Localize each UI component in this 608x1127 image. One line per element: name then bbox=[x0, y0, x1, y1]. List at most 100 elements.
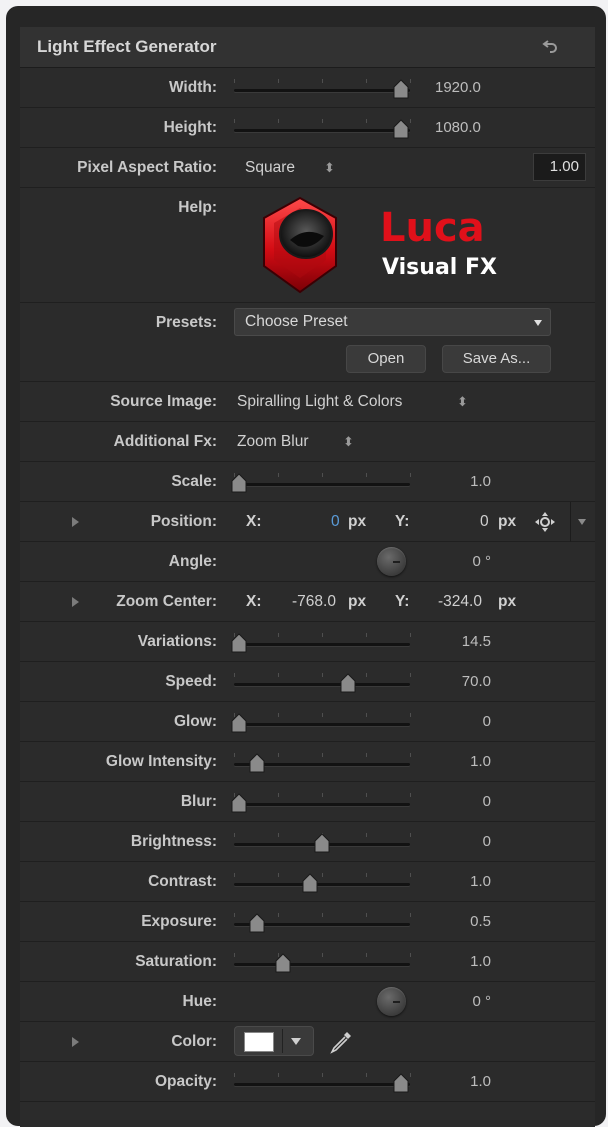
source-image-select[interactable]: Spiralling Light & Colors bbox=[237, 393, 402, 411]
glow-intensity-value[interactable]: 1.0 bbox=[470, 753, 491, 770]
exposure-slider[interactable] bbox=[234, 913, 411, 933]
slider-thumb[interactable] bbox=[392, 79, 410, 99]
disclosure-triangle-icon[interactable] bbox=[72, 597, 79, 607]
open-button[interactable]: Open bbox=[346, 345, 426, 373]
glow-slider[interactable] bbox=[231, 713, 411, 733]
move-crosshair-icon[interactable] bbox=[534, 511, 556, 533]
slider-thumb[interactable] bbox=[230, 633, 248, 653]
popup-arrows-icon[interactable]: ⬍ bbox=[343, 434, 354, 450]
pixel-aspect-label: Pixel Aspect Ratio: bbox=[77, 159, 217, 176]
scale-slider[interactable] bbox=[231, 473, 411, 493]
height-slider[interactable] bbox=[234, 119, 411, 139]
luca-visual-fx-logo[interactable]: Luca Visual FX bbox=[260, 196, 520, 296]
variations-value[interactable]: 14.5 bbox=[462, 633, 491, 650]
blur-slider[interactable] bbox=[231, 793, 411, 813]
help-row: Help: Luca Visual FX bbox=[20, 188, 595, 303]
hue-value[interactable]: 0 ° bbox=[472, 993, 491, 1010]
slider-thumb[interactable] bbox=[248, 753, 266, 773]
zoom-center-y-value[interactable]: -324.0 bbox=[438, 593, 482, 611]
presets-row: Presets: Choose Preset Open Save As... bbox=[20, 303, 595, 382]
color-well[interactable] bbox=[234, 1026, 314, 1056]
saturation-slider[interactable] bbox=[234, 953, 411, 973]
source-image-row: Source Image: Spiralling Light & Colors … bbox=[20, 382, 595, 422]
source-image-label: Source Image: bbox=[110, 393, 217, 410]
slider-thumb[interactable] bbox=[274, 953, 292, 973]
slider-thumb[interactable] bbox=[392, 119, 410, 139]
slider-thumb[interactable] bbox=[392, 1073, 410, 1093]
variations-slider[interactable] bbox=[231, 633, 411, 653]
opacity-row: Opacity: 1.0 bbox=[20, 1062, 595, 1102]
opacity-value[interactable]: 1.0 bbox=[470, 1073, 491, 1090]
additional-fx-row: Additional Fx: Zoom Blur ⬍ bbox=[20, 422, 595, 462]
scale-value[interactable]: 1.0 bbox=[470, 473, 491, 490]
speed-value[interactable]: 70.0 bbox=[462, 673, 491, 690]
logo-visualfx-text: Visual FX bbox=[382, 255, 497, 280]
slider-thumb[interactable] bbox=[230, 713, 248, 733]
popup-arrows-icon[interactable]: ⬍ bbox=[324, 160, 335, 176]
saturation-label: Saturation: bbox=[135, 953, 217, 970]
width-value[interactable]: 1920.0 bbox=[435, 79, 481, 96]
angle-value[interactable]: 0 ° bbox=[472, 553, 491, 570]
zoom-center-row: Zoom Center: X: -768.0 px Y: -324.0 px bbox=[20, 582, 595, 622]
exposure-value[interactable]: 0.5 bbox=[470, 913, 491, 930]
variations-label: Variations: bbox=[137, 633, 217, 650]
opacity-slider[interactable] bbox=[234, 1073, 411, 1093]
title-bar: Light Effect Generator bbox=[20, 27, 595, 68]
glow-intensity-slider[interactable] bbox=[234, 753, 411, 773]
height-value[interactable]: 1080.0 bbox=[435, 119, 481, 136]
position-y-label: Y: bbox=[395, 513, 410, 530]
pixel-aspect-select[interactable]: Square bbox=[245, 159, 295, 177]
pixel-aspect-ratio-field[interactable]: 1.00 bbox=[533, 153, 586, 181]
slider-thumb[interactable] bbox=[339, 673, 357, 693]
disclosure-triangle-icon[interactable] bbox=[72, 1037, 79, 1047]
save-as-button[interactable]: Save As... bbox=[442, 345, 551, 373]
slider-thumb[interactable] bbox=[313, 833, 331, 853]
glow-value[interactable]: 0 bbox=[483, 713, 491, 730]
presets-label: Presets: bbox=[155, 314, 217, 331]
scale-row: Scale: 1.0 bbox=[20, 462, 595, 502]
chevron-down-icon[interactable] bbox=[291, 1038, 301, 1045]
reset-arrow-icon[interactable] bbox=[541, 37, 561, 57]
angle-dial[interactable] bbox=[377, 547, 406, 576]
contrast-label: Contrast: bbox=[148, 873, 217, 890]
slider-thumb[interactable] bbox=[248, 913, 266, 933]
position-x-value[interactable]: 0 bbox=[331, 513, 340, 531]
angle-label: Angle: bbox=[168, 553, 217, 570]
color-swatch[interactable] bbox=[244, 1032, 274, 1052]
chevron-down-icon[interactable] bbox=[578, 519, 586, 525]
eyedropper-icon[interactable] bbox=[328, 1029, 354, 1055]
slider-thumb[interactable] bbox=[230, 473, 248, 493]
contrast-slider[interactable] bbox=[234, 873, 411, 893]
position-x-unit: px bbox=[348, 513, 367, 530]
zoom-center-x-value[interactable]: -768.0 bbox=[292, 593, 336, 611]
zoom-center-y-unit: px bbox=[498, 593, 517, 610]
brightness-value[interactable]: 0 bbox=[483, 833, 491, 850]
presets-dropdown[interactable]: Choose Preset bbox=[234, 308, 551, 336]
hue-dial[interactable] bbox=[377, 987, 406, 1016]
zoom-center-x-label: X: bbox=[246, 593, 262, 610]
position-y-unit: px bbox=[498, 513, 517, 530]
contrast-value[interactable]: 1.0 bbox=[470, 873, 491, 890]
glow-label: Glow: bbox=[173, 713, 217, 730]
exposure-row: Exposure: 0.5 bbox=[20, 902, 595, 942]
width-slider[interactable] bbox=[234, 79, 411, 99]
glow-intensity-row: Glow Intensity: 1.0 bbox=[20, 742, 595, 782]
additional-fx-select[interactable]: Zoom Blur bbox=[237, 433, 309, 451]
slider-thumb[interactable] bbox=[230, 793, 248, 813]
width-label: Width: bbox=[168, 79, 217, 96]
slider-thumb[interactable] bbox=[301, 873, 319, 893]
variations-row: Variations: 14.5 bbox=[20, 622, 595, 662]
popup-arrows-icon[interactable]: ⬍ bbox=[457, 394, 468, 410]
opacity-label: Opacity: bbox=[154, 1073, 217, 1090]
position-y-value[interactable]: 0 bbox=[480, 513, 489, 531]
speed-slider[interactable] bbox=[234, 673, 411, 693]
presets-selected: Choose Preset bbox=[245, 313, 348, 330]
pixel-aspect-row: Pixel Aspect Ratio: Square ⬍ 1.00 bbox=[20, 148, 595, 188]
blur-value[interactable]: 0 bbox=[483, 793, 491, 810]
disclosure-triangle-icon[interactable] bbox=[72, 517, 79, 527]
blur-row: Blur: 0 bbox=[20, 782, 595, 822]
speed-row: Speed: 70.0 bbox=[20, 662, 595, 702]
saturation-value[interactable]: 1.0 bbox=[470, 953, 491, 970]
brightness-slider[interactable] bbox=[234, 833, 411, 853]
width-row: Width: 1920.0 bbox=[20, 68, 595, 108]
